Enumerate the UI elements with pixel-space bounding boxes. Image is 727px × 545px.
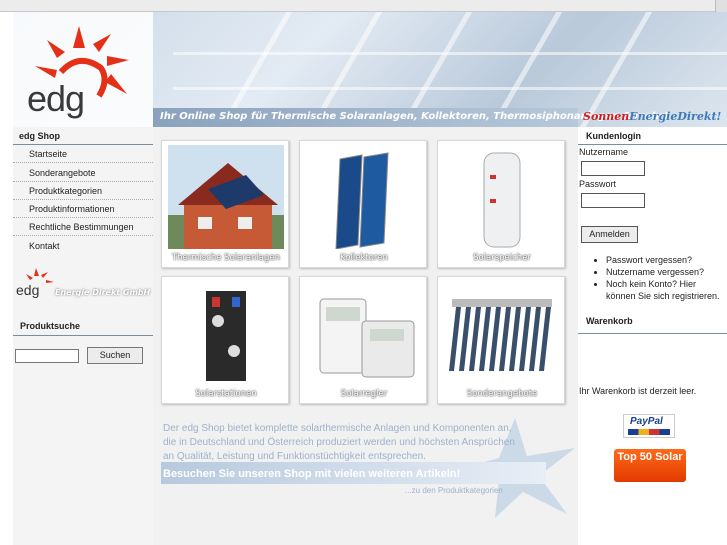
tile-label: Kollektoren bbox=[340, 253, 388, 263]
top50-label: Top 50 Solar bbox=[617, 451, 683, 463]
forgot-username-link[interactable]: Nutzername vergessen? bbox=[606, 266, 726, 278]
brand-wordmark: SonnenEnergieDirekt! bbox=[583, 110, 721, 123]
controller-image bbox=[306, 281, 422, 385]
cart-empty-text: Ihr Warenkorb ist derzeit leer. bbox=[579, 386, 697, 396]
cta-link[interactable]: ...zu den Produktkategorien bbox=[405, 486, 503, 495]
search-input[interactable] bbox=[15, 349, 79, 363]
brand-part-1: Sonnen bbox=[583, 110, 630, 123]
cart-title: Warenkorb bbox=[586, 316, 633, 326]
nav-title: edg Shop bbox=[19, 131, 60, 141]
tile-solarstationen[interactable]: Solarstationen bbox=[161, 276, 289, 404]
tile-label: Solarregler bbox=[340, 389, 388, 399]
tile-label: Sonderangebote bbox=[466, 389, 538, 399]
logo-text: edg bbox=[27, 78, 85, 119]
search-button[interactable]: Suchen bbox=[87, 347, 143, 364]
divider bbox=[13, 335, 153, 336]
paypal-label: PayPal bbox=[630, 416, 663, 427]
brand-part-2: EnergieDirekt! bbox=[629, 110, 722, 123]
partner-logo-text: edg bbox=[16, 282, 40, 298]
tank-image bbox=[444, 145, 560, 249]
top-bar bbox=[0, 0, 727, 12]
tile-thermische-solaranlagen[interactable]: Thermische Solaranlagen bbox=[161, 140, 289, 268]
tile-solarregler[interactable]: Solarregler bbox=[299, 276, 427, 404]
password-field[interactable] bbox=[581, 193, 645, 208]
username-field[interactable] bbox=[581, 161, 645, 176]
divider bbox=[578, 333, 727, 334]
collector-image bbox=[306, 145, 422, 249]
tile-kollektoren[interactable]: Kollektoren bbox=[299, 140, 427, 268]
tile-label: Thermische Solaranlagen bbox=[171, 253, 281, 263]
partner-logo-sub: Energie Direkt GmbH bbox=[55, 288, 151, 297]
username-label: Nutzername bbox=[579, 147, 629, 157]
sidebar-item-kontakt[interactable]: Kontakt bbox=[13, 237, 153, 255]
tile-label: Solarspeicher bbox=[473, 253, 531, 263]
login-button[interactable]: Anmelden bbox=[581, 226, 638, 243]
search-title: Produktsuche bbox=[20, 321, 81, 331]
divider bbox=[578, 144, 727, 145]
tube-collector-image bbox=[444, 281, 560, 385]
sidebar-item-sonderangebote[interactable]: Sonderangebote bbox=[13, 164, 153, 182]
about-text: Der edg Shop bietet komplette solartherm… bbox=[163, 423, 515, 462]
station-image bbox=[168, 281, 284, 385]
sidebar-item-produktinformationen[interactable]: Produktinformationen bbox=[13, 200, 153, 218]
scroll-up-button[interactable] bbox=[715, 0, 727, 12]
card-logos-icon bbox=[628, 429, 670, 435]
page: edg Ihr Online Shop für Thermische Solar… bbox=[0, 0, 727, 545]
register-link[interactable]: Noch kein Konto? Hier können Sie sich re… bbox=[606, 278, 726, 302]
tile-label: Solarstationen bbox=[195, 389, 257, 399]
account-links: Passwort vergessen? Nutzername vergessen… bbox=[606, 254, 726, 302]
sidebar-item-produktkategorien[interactable]: Produktkategorien bbox=[13, 182, 153, 200]
login-title: Kundenlogin bbox=[586, 131, 641, 141]
house-image bbox=[168, 145, 284, 249]
right-sidebar bbox=[578, 127, 727, 545]
tile-solarspeicher[interactable]: Solarspeicher bbox=[437, 140, 565, 268]
password-label: Passwort bbox=[579, 179, 617, 189]
sidebar-item-startseite[interactable]: Startseite bbox=[13, 145, 153, 163]
tile-sonderangebote[interactable]: Sonderangebote bbox=[437, 276, 565, 404]
sidebar-item-rechtliche-bestimmungen[interactable]: Rechtliche Bestimmungen bbox=[13, 218, 153, 236]
cta-text[interactable]: Besuchen Sie unseren Shop mit vielen wei… bbox=[163, 468, 460, 480]
forgot-password-link[interactable]: Passwort vergessen? bbox=[606, 254, 726, 266]
